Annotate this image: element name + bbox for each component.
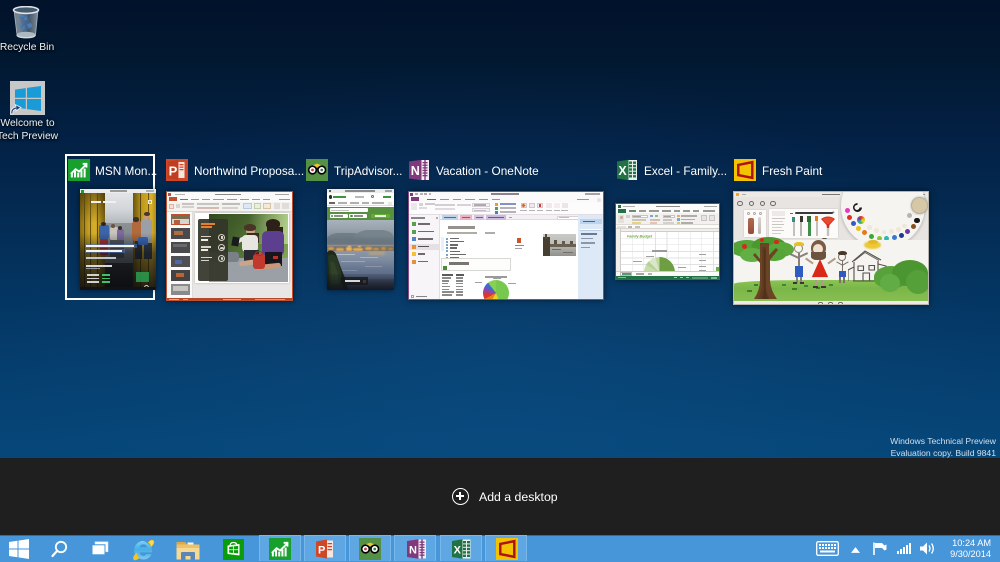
svg-text:N: N [411, 164, 420, 178]
svg-text:X: X [454, 545, 462, 557]
svg-text:P: P [169, 164, 178, 179]
svg-text:N: N [409, 545, 417, 557]
svg-text:P: P [318, 545, 325, 557]
svg-text:X: X [618, 164, 627, 178]
